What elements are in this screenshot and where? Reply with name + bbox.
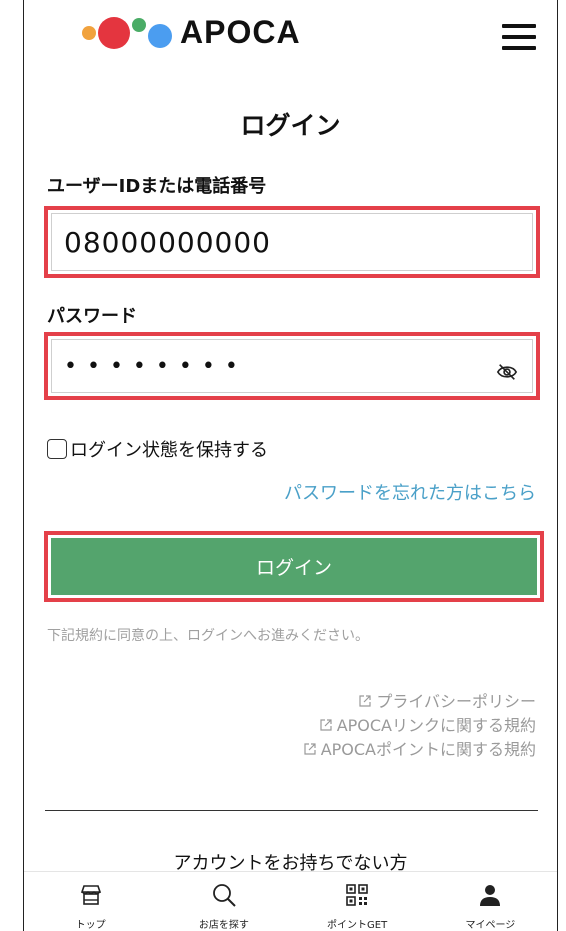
apoca-link-terms-link[interactable]: APOCAリンクに関する規約 [303, 714, 536, 738]
user-id-label: ユーザーIDまたは電話番号 [47, 176, 267, 197]
logo-dot-green [132, 17, 146, 32]
user-id-input[interactable] [64, 214, 484, 270]
external-link-icon [320, 719, 332, 731]
password-input[interactable] [64, 340, 484, 392]
logo-dot-orange [82, 25, 96, 40]
tab-top-label: トップ [75, 920, 106, 931]
remember-me-checkbox[interactable] [47, 439, 67, 459]
tab-my-page[interactable]: マイページ [424, 872, 557, 931]
apoca-link-terms-link-label: APOCAリンクに関する規約 [336, 716, 536, 735]
section-divider [45, 810, 538, 811]
forgot-password-link[interactable]: パスワードを忘れた方はこちら [284, 479, 536, 505]
terms-note: 下記規約に同意の上、ログインへお進みください。 [47, 628, 369, 644]
apoca-point-terms-link-label: APOCAポイントに関する規約 [320, 740, 536, 759]
tab-top[interactable]: トップ [24, 872, 157, 931]
logo-dot-blue [148, 23, 172, 48]
store-icon [80, 885, 101, 905]
hamburger-menu-icon[interactable] [502, 24, 536, 50]
privacy-policy-link[interactable]: プライバシーポリシー [303, 690, 536, 714]
tab-find-store[interactable]: お店を探す [157, 872, 290, 931]
remember-me-row[interactable]: ログイン状態を保持する [47, 436, 268, 462]
user-id-field-box [51, 213, 533, 271]
bottom-tab-bar: トップ お店を探す ポイントGET マイページ [24, 871, 557, 931]
external-link-icon [304, 743, 316, 755]
login-button-highlight: ログイン [44, 531, 544, 602]
tab-my-page-label: マイページ [465, 920, 516, 931]
login-button[interactable]: ログイン [51, 538, 537, 595]
password-label: パスワード [47, 306, 137, 327]
apoca-logo[interactable]: APOCA [82, 14, 301, 51]
user-id-field-highlight [44, 206, 540, 278]
terms-links: プライバシーポリシー APOCAリンクに関する規約 APOCAポイントに関する規… [303, 690, 536, 762]
password-field-box [51, 339, 533, 393]
app-header: APOCA [24, 0, 557, 72]
qr-code-icon [346, 884, 368, 906]
frame-right-edge [557, 0, 558, 931]
search-icon [212, 884, 236, 907]
external-link-icon [359, 695, 371, 707]
tab-point-get[interactable]: ポイントGET [291, 872, 424, 931]
privacy-policy-link-label: プライバシーポリシー [376, 692, 536, 711]
page-title: ログイン [240, 111, 341, 140]
logo-text: APOCA [180, 14, 301, 50]
remember-me-label: ログイン状態を保持する [70, 440, 268, 461]
tab-find-store-label: お店を探す [198, 920, 249, 931]
user-icon [480, 885, 501, 906]
logo-dot-red [98, 16, 130, 49]
password-field-highlight [44, 332, 540, 400]
apoca-point-terms-link[interactable]: APOCAポイントに関する規約 [303, 738, 536, 762]
tab-point-get-label: ポイントGET [327, 920, 388, 931]
eye-slash-icon[interactable] [496, 362, 518, 382]
